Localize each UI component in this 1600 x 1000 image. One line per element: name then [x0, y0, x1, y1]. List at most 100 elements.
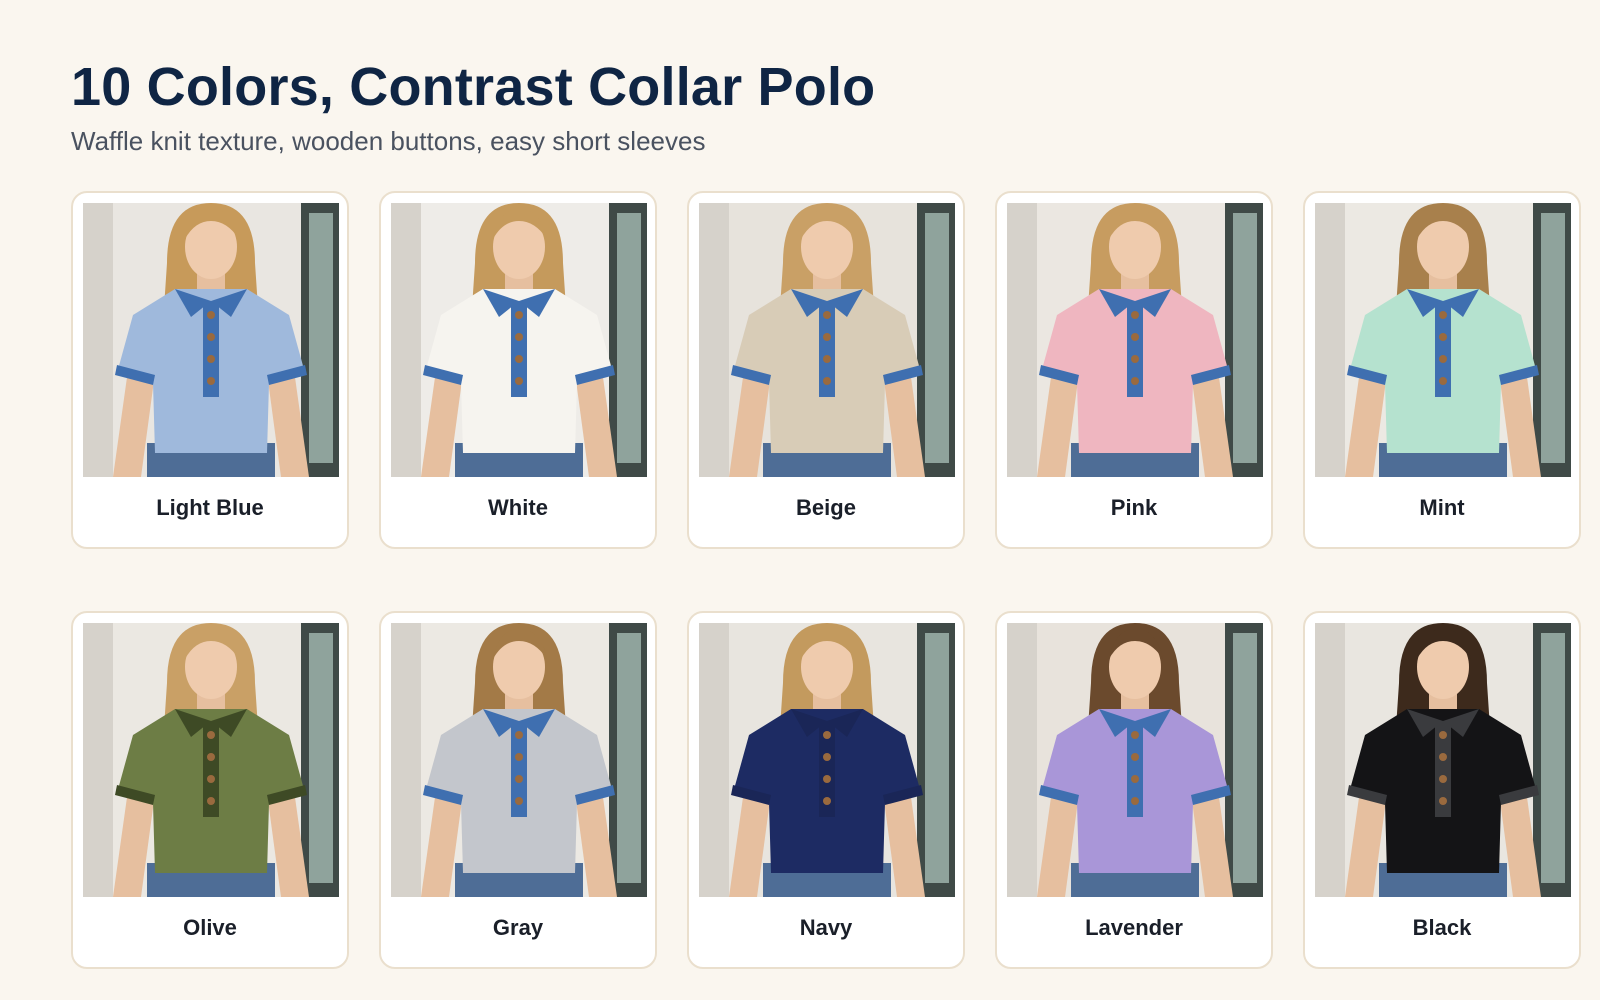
product-photo[interactable]: [699, 623, 955, 897]
button: [207, 377, 215, 385]
button: [823, 355, 831, 363]
color-card-pink[interactable]: Pink: [995, 191, 1273, 549]
door-glass: [1541, 213, 1565, 463]
button: [515, 377, 523, 385]
button: [1439, 333, 1447, 341]
wall-panel: [1007, 203, 1037, 477]
color-label: Lavender: [1085, 915, 1183, 940]
page-title: 10 Colors, Contrast Collar Polo: [71, 57, 876, 117]
button: [823, 797, 831, 805]
button: [515, 797, 523, 805]
button: [823, 311, 831, 319]
button: [823, 333, 831, 341]
button: [207, 311, 215, 319]
button: [515, 775, 523, 783]
button: [515, 333, 523, 341]
button: [1131, 753, 1139, 761]
color-label: White: [488, 495, 548, 520]
button: [207, 753, 215, 761]
color-label: Gray: [492, 915, 544, 940]
color-label: Mint: [1419, 495, 1465, 520]
color-card-black[interactable]: Black: [1303, 611, 1581, 969]
color-label: Navy: [799, 915, 853, 940]
model-illustration: [1315, 623, 1571, 897]
color-card-mint[interactable]: Mint: [1303, 191, 1581, 549]
wall-panel: [1315, 623, 1345, 897]
button: [1131, 333, 1139, 341]
door-glass: [925, 213, 949, 463]
button: [1131, 377, 1139, 385]
color-card-beige[interactable]: Beige: [687, 191, 965, 549]
color-card-gray[interactable]: Gray: [379, 611, 657, 969]
door-glass: [1233, 633, 1257, 883]
button: [823, 775, 831, 783]
model-illustration: [699, 623, 955, 897]
button: [1131, 355, 1139, 363]
wall-panel: [391, 203, 421, 477]
button: [207, 355, 215, 363]
color-card-light-blue[interactable]: Light Blue: [71, 191, 349, 549]
color-card-white[interactable]: White: [379, 191, 657, 549]
page: 10 Colors, Contrast Collar Polo Waffle k…: [0, 0, 1600, 1000]
wall-panel: [1315, 203, 1345, 477]
button: [1131, 797, 1139, 805]
button: [1439, 797, 1447, 805]
button: [515, 731, 523, 739]
product-photo[interactable]: [391, 203, 647, 477]
button: [1439, 775, 1447, 783]
product-photo[interactable]: [83, 623, 339, 897]
button: [1439, 311, 1447, 319]
model-illustration: [1315, 203, 1571, 477]
color-label: Beige: [796, 495, 856, 520]
model-illustration: [391, 623, 647, 897]
model-illustration: [1007, 203, 1263, 477]
product-photo[interactable]: [1007, 203, 1263, 477]
door-glass: [617, 213, 641, 463]
wall-panel: [83, 203, 113, 477]
wall-panel: [699, 203, 729, 477]
color-label: Black: [1412, 915, 1472, 940]
model-illustration: [1007, 623, 1263, 897]
product-photo[interactable]: [83, 203, 339, 477]
button: [1439, 731, 1447, 739]
color-card-olive[interactable]: Olive: [71, 611, 349, 969]
model-illustration: [83, 623, 339, 897]
button: [515, 753, 523, 761]
button: [1131, 775, 1139, 783]
door-glass: [309, 213, 333, 463]
color-label: Olive: [183, 915, 237, 940]
button: [1131, 731, 1139, 739]
product-photo[interactable]: [391, 623, 647, 897]
button: [1439, 377, 1447, 385]
button: [1439, 753, 1447, 761]
door-glass: [1233, 213, 1257, 463]
product-photo[interactable]: [1007, 623, 1263, 897]
button: [515, 311, 523, 319]
button: [1439, 355, 1447, 363]
door-glass: [309, 633, 333, 883]
button: [823, 377, 831, 385]
button: [207, 797, 215, 805]
door-glass: [1541, 633, 1565, 883]
product-photo[interactable]: [1315, 623, 1571, 897]
door-glass: [925, 633, 949, 883]
color-card-lavender[interactable]: Lavender: [995, 611, 1273, 969]
header: 10 Colors, Contrast Collar Polo Waffle k…: [71, 55, 875, 157]
model-illustration: [83, 203, 339, 477]
color-label: Light Blue: [156, 495, 264, 520]
model-illustration: [391, 203, 647, 477]
wall-panel: [699, 623, 729, 897]
button: [1131, 311, 1139, 319]
color-label: Pink: [1110, 495, 1158, 520]
wall-panel: [391, 623, 421, 897]
wall-panel: [83, 623, 113, 897]
product-photo[interactable]: [1315, 203, 1571, 477]
color-card-navy[interactable]: Navy: [687, 611, 965, 969]
button: [515, 355, 523, 363]
page-subtitle: Waffle knit texture, wooden buttons, eas…: [71, 126, 706, 156]
button: [823, 731, 831, 739]
product-photo[interactable]: [699, 203, 955, 477]
button: [823, 753, 831, 761]
button: [207, 333, 215, 341]
color-grid: Light Blue White Beige Pink Mint Olive G…: [71, 191, 1581, 969]
